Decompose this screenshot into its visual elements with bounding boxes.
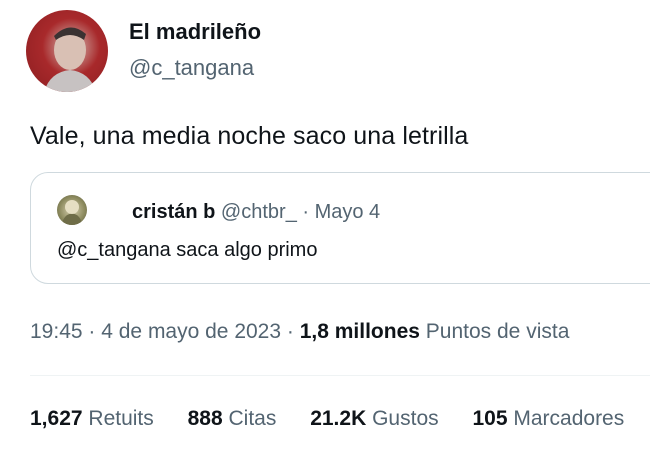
views-count: 1,8 millones	[299, 320, 420, 343]
quoted-text: @c_tangana saca algo primo	[57, 239, 318, 261]
quoted-author-name[interactable]: cristán b	[132, 201, 215, 223]
stat-label: Retuits	[88, 407, 154, 430]
views-separator: ·	[281, 320, 300, 343]
stat-retweets[interactable]: 1,627 Retuits	[30, 407, 154, 431]
divider	[30, 375, 650, 376]
stat-quotes[interactable]: 888 Citas	[188, 407, 277, 431]
stat-label: Gustos	[372, 407, 439, 430]
stat-value: 1,627	[30, 407, 83, 430]
stat-label: Marcadores	[513, 407, 625, 430]
views-label: Puntos de vista	[425, 320, 570, 343]
tweet-time[interactable]: 19:45	[30, 320, 83, 343]
author-avatar[interactable]	[26, 10, 108, 92]
person-photo-icon	[61, 200, 83, 225]
stat-bookmarks[interactable]: 105 Marcadores	[472, 407, 624, 431]
author-handle[interactable]: @c_tangana	[129, 55, 254, 81]
person-photo-icon	[44, 27, 96, 92]
stat-label: Citas	[228, 407, 277, 430]
stat-likes[interactable]: 21.2K Gustos	[310, 407, 438, 431]
tweet-text: Vale, una media noche saco una letrilla	[30, 122, 469, 150]
quoted-header: cristán b @chtbr_ · Mayo 4	[132, 201, 380, 224]
quoted-avatar[interactable]	[57, 195, 87, 225]
engagement-stats: 1,627 Retuits 888 Citas 21.2K Gustos 105…	[30, 407, 650, 431]
stat-value: 105	[472, 407, 508, 430]
quoted-author-handle[interactable]: @chtbr_	[221, 201, 297, 223]
time-separator: ·	[82, 320, 102, 343]
quoted-date[interactable]: Mayo 4	[315, 201, 381, 223]
stat-value: 888	[187, 407, 223, 430]
timestamp-row: 19:45 · 4 de mayo de 2023 · 1,8 millones…	[30, 320, 569, 344]
tweet-detail: El madrileño @c_tangana Vale, una media …	[0, 0, 650, 455]
quoted-tweet[interactable]: cristán b @chtbr_ · Mayo 4 @c_tangana sa…	[30, 172, 650, 284]
author-name[interactable]: El madrileño	[129, 19, 261, 45]
tweet-date[interactable]: 4 de mayo de 2023	[101, 320, 281, 343]
stat-value: 21.2K	[310, 407, 367, 430]
quoted-separator: ·	[296, 201, 315, 223]
